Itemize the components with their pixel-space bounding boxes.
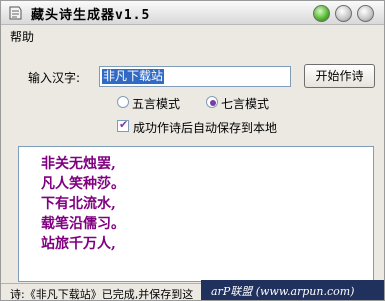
maximize-icon[interactable] [335,5,352,22]
poem-line: 下有北流水, [41,196,116,212]
radio-circle [117,96,129,108]
input-label: 输入汉字: [28,71,81,85]
app-icon [9,6,22,20]
menu-help[interactable]: 帮助 [10,28,34,45]
window-title: 藏头诗生成器v1.5 [31,8,151,23]
close-icon[interactable] [357,5,374,22]
title-bar[interactable]: 藏头诗生成器v1.5 [1,1,384,25]
watermark: arP联盟 (www.arpun.com) [201,280,384,300]
radio-selected-dot [210,100,216,106]
status-text: 诗:《非凡下载站》已完成,并保存到这 [10,288,194,301]
poem-output-area[interactable]: 非关无烛罢, 凡人笑种莎。 下有北流水, 载笔沿儒习。 站旅千万人, [18,146,374,282]
autosave-label: 成功作诗后自动保存到本地 [133,121,278,135]
checkmark-icon: ✔ [119,118,129,131]
radio-circle [206,96,218,108]
chinese-input-field[interactable]: 非凡下载站 [99,66,291,87]
minimize-icon[interactable] [313,5,330,22]
poem-line: 载笔沿儒习。 [41,216,125,232]
radio-seven-label: 七言模式 [221,97,270,111]
checkbox-box: ✔ [117,118,129,132]
radio-five-label: 五言模式 [132,97,181,111]
menu-bar: 帮助 [1,25,384,45]
start-composing-button[interactable]: 开始作诗 [304,64,375,88]
main-window: 藏头诗生成器v1.5 帮助 输入汉字: 非凡下载站 开始作诗 五言模式 七言模式… [0,0,385,301]
poem-line: 凡人笑种莎。 [41,176,125,192]
poem-line: 站旅千万人, [41,236,116,252]
input-value: 非凡下载站 [102,69,165,84]
poem-line: 非关无烛罢, [41,156,116,172]
